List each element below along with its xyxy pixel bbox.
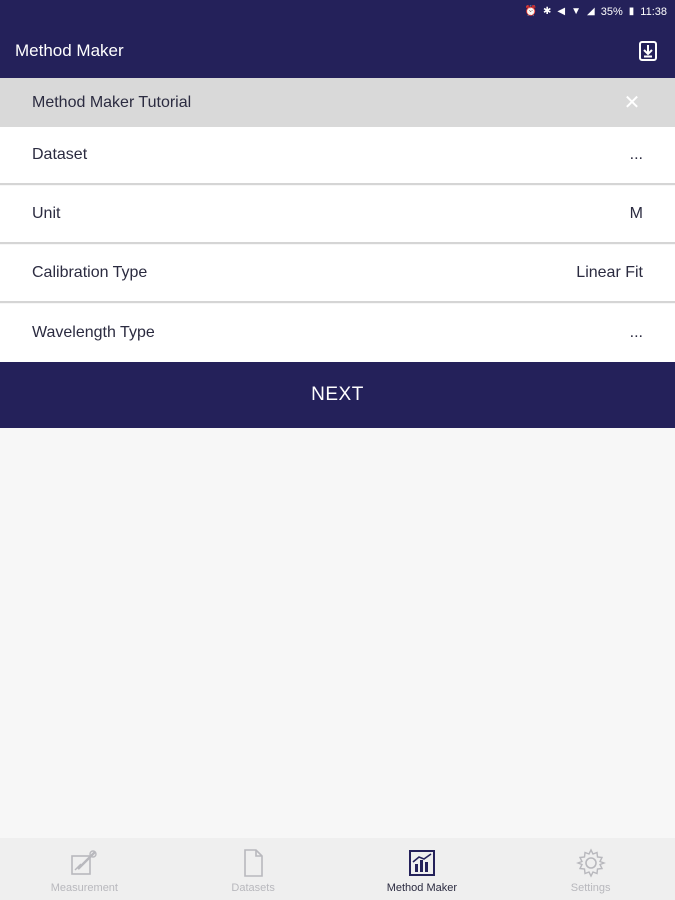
chart-icon [407,848,437,878]
nav-item-method-maker[interactable]: Method Maker [338,838,507,900]
signal-icon: ◢ [587,6,595,17]
tutorial-label: Method Maker Tutorial [32,93,192,111]
row-value: Linear Fit [576,264,643,281]
close-icon[interactable]: ✕ [621,90,643,115]
document-icon [238,848,268,878]
clock: 11:38 [640,6,667,18]
wifi-icon: ▼ [571,6,582,17]
nav-label: Measurement [50,882,118,894]
battery-icon: ▮ [628,6,635,17]
row-label: Unit [32,205,61,222]
row-value: ... [629,146,643,163]
form-row-calibration-type[interactable]: Calibration Type Linear Fit [0,245,675,303]
row-label: Dataset [32,146,88,163]
row-value: ... [629,324,643,341]
next-button[interactable]: NEXT [0,362,675,428]
nav-label: Datasets [231,882,275,894]
app-root: ⏰ ✱ ◀ ▼ ◢ 35% ▮ 11:38 Method Maker Metho… [0,0,675,900]
row-label: Calibration Type [32,264,148,281]
save-download-button[interactable] [636,39,660,63]
nav-label: Settings [570,882,611,894]
nav-item-datasets[interactable]: Datasets [169,838,338,900]
row-label: Wavelength Type [32,324,155,341]
save-download-icon [639,41,657,61]
form-row-dataset[interactable]: Dataset ... [0,127,675,185]
form-row-wavelength-type[interactable]: Wavelength Type ... [0,304,675,362]
gear-icon [575,848,606,878]
bluetooth-icon: ✱ [543,6,552,17]
nav-item-measurement[interactable]: Measurement [0,838,169,900]
status-bar: ⏰ ✱ ◀ ▼ ◢ 35% ▮ 11:38 [0,0,675,24]
alarm-icon: ⏰ [524,6,538,17]
battery-percent: 35% [600,6,623,18]
page-title: Method Maker [15,41,124,60]
nav-label: Method Maker [386,882,458,894]
form-row-unit[interactable]: Unit M [0,186,675,244]
mute-icon: ◀ [557,6,566,17]
row-value: M [629,205,643,222]
tutorial-banner[interactable]: Method Maker Tutorial ✕ [0,78,675,127]
nav-item-settings[interactable]: Settings [506,838,675,900]
measurement-icon [69,848,99,878]
app-bar: Method Maker [0,24,675,78]
bottom-nav: Measurement Datasets Method Maker Settin… [0,838,675,900]
